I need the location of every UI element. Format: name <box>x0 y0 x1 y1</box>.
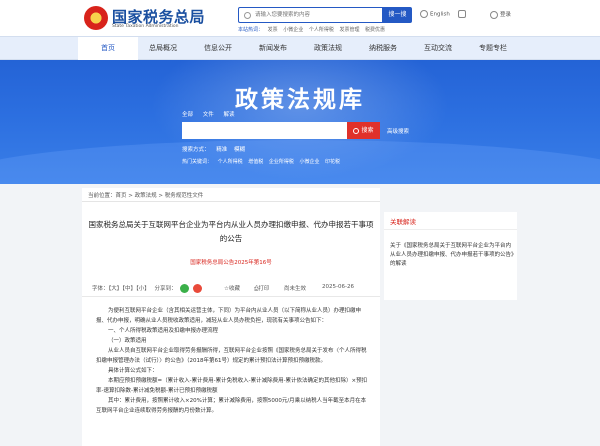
hot-keyword-link[interactable]: 印花税 <box>325 159 340 165</box>
hot-keyword-link[interactable]: 小微企业 <box>299 159 319 165</box>
body-subheading: （一）政策适用 <box>108 338 147 344</box>
top-search-button[interactable]: 搜一搜 <box>383 7 412 23</box>
document-body: 为便利互联网平台企业（含其相关运营主体，下同）为平台内从业人员（以下简称从业人员… <box>96 306 370 416</box>
policy-search-box <box>182 122 347 139</box>
font-share-bar: 字体：【大】【中】【小】 分享到： <box>92 284 203 293</box>
document-title-line: 国家税务总局关于互联网平台企业为平台内从业人员办理扣缴申报、代办申报若干事项 <box>88 220 374 229</box>
body-paragraph: 本期应预扣预缴税额=（累计收入-累计费用-累计免税收入-累计减除费用-累计依法确… <box>96 378 368 394</box>
document-panel: 当前位置：首页 > 政策法规 > 税务规范性文件 国家税务总局关于互联网平台企业… <box>82 188 380 446</box>
search-mode: 搜索方式： 精准 模糊 <box>182 145 250 153</box>
favorite-button[interactable]: ☆收藏 <box>224 284 240 292</box>
search-mode-fuzzy[interactable]: 模糊 <box>234 147 245 153</box>
nav-item-policy[interactable]: 政策法规 <box>298 37 358 61</box>
divider <box>384 229 517 230</box>
accessibility-icon <box>458 10 466 18</box>
share-label: 分享到： <box>154 286 177 292</box>
divider <box>82 201 380 202</box>
user-icon <box>490 10 498 19</box>
top-search-box <box>238 7 383 23</box>
search-scope-tabs: 全部 文件 解读 <box>182 110 243 118</box>
top-search-input[interactable] <box>239 8 382 22</box>
nav-item-interaction[interactable]: 互动交流 <box>408 37 468 61</box>
login-button[interactable]: 登录 <box>490 10 511 19</box>
hot-word-link[interactable]: 发票 <box>268 27 278 33</box>
font-size-selector[interactable]: 字体：【大】【中】【小】 <box>92 286 150 292</box>
site-hot-words: 本站热词： 发票 小微企业 个人所得税 发票管理 税费优惠 <box>238 26 389 33</box>
search-icon <box>244 12 251 19</box>
body-paragraph: 为便利互联网平台企业（含其相关运营主体，下同）为平台内从业人员（以下简称从业人员… <box>96 308 362 324</box>
print-button[interactable]: ⎙打印 <box>254 284 269 293</box>
document-number: 国家税务总局公告2025年第16号 <box>190 260 272 266</box>
scope-tab-all[interactable]: 全部 <box>182 112 193 118</box>
body-paragraph: 从业人员自互联网平台企业取得劳务报酬所得，互联网平台企业按照《国家税务总局关于发… <box>96 348 367 364</box>
policy-search-button[interactable]: 搜索 <box>347 122 380 139</box>
related-interpretation-panel: 关联解读 关于《国家税务总局关于互联网平台企业为平台内从业人员办理扣缴申报、代办… <box>384 212 517 300</box>
body-paragraph: 具体计算公式如下： <box>108 368 158 374</box>
banner-title: 政策法规库 <box>235 86 365 113</box>
policy-search-input[interactable] <box>182 122 347 139</box>
body-heading: 一、个人所得税政策适用及扣缴申报办理流程 <box>108 328 219 334</box>
nav-item-home[interactable]: 首页 <box>78 37 138 61</box>
document-title-line: 的公告 <box>219 234 243 243</box>
effective-status: 尚未生效 <box>284 286 307 292</box>
hot-keyword-link[interactable]: 个人所得税 <box>218 159 243 165</box>
hot-keywords-label: 热门关键词： <box>182 159 213 165</box>
nav-item-service[interactable]: 纳税服务 <box>353 37 413 61</box>
advanced-search-link[interactable]: 高级搜索 <box>387 127 409 135</box>
nav-item-overview[interactable]: 总局概况 <box>133 37 193 61</box>
hot-word-link[interactable]: 小微企业 <box>283 27 303 33</box>
top-header: 国家税务总局 State Taxation Administration 搜一搜… <box>0 0 600 36</box>
site-logo-subtitle: State Taxation Administration <box>112 24 179 29</box>
nav-item-topics[interactable]: 专题专栏 <box>463 37 523 61</box>
language-switch[interactable]: English <box>420 10 450 18</box>
related-interpretation-link[interactable]: 关于《国家税务总局关于互联网平台企业为平台内从业人员办理扣缴申报、代办申报若干事… <box>390 242 514 269</box>
hot-keyword-link[interactable]: 增值税 <box>248 159 263 165</box>
scope-tab-interpretation[interactable]: 解读 <box>224 112 235 118</box>
hot-keyword-link[interactable]: 企业所得税 <box>269 159 294 165</box>
scope-tab-files[interactable]: 文件 <box>203 112 214 118</box>
related-interpretation-title: 关联解读 <box>390 218 416 226</box>
nav-item-disclosure[interactable]: 信息公开 <box>188 37 248 61</box>
main-nav: 首页 总局概况 信息公开 新闻发布 政策法规 纳税服务 互动交流 专题专栏 <box>0 36 600 61</box>
accessibility-button[interactable] <box>458 10 468 18</box>
hot-word-link[interactable]: 税费优惠 <box>365 27 385 33</box>
hot-word-link[interactable]: 个人所得税 <box>309 27 334 33</box>
national-emblem-icon[interactable] <box>84 6 108 30</box>
hot-word-link[interactable]: 发票管理 <box>339 27 359 33</box>
search-icon <box>353 127 360 134</box>
nav-item-news[interactable]: 新闻发布 <box>243 37 303 61</box>
globe-icon <box>420 10 428 18</box>
wechat-share-icon[interactable] <box>180 284 190 293</box>
policy-banner: 政策法规库 全部 文件 解读 搜索 高级搜索 搜索方式： 精准 模糊 热门关键词… <box>0 60 600 184</box>
search-mode-label: 搜索方式： <box>182 147 210 153</box>
breadcrumb[interactable]: 当前位置：首页 > 政策法规 > 税务规范性文件 <box>88 191 203 199</box>
search-mode-precise[interactable]: 精准 <box>216 147 227 153</box>
body-paragraph: 其中：累计费用，按照累计收入×20%计算；累计减除费用，按照5000元/月乘以纳… <box>96 398 367 414</box>
policy-hot-keywords: 热门关键词： 个人所得税 增值税 企业所得税 小微企业 印花税 <box>182 158 344 165</box>
publish-date: 2025-06-26 <box>322 284 354 290</box>
divider <box>82 296 380 297</box>
document-title: 国家税务总局关于互联网平台企业为平台内从业人员办理扣缴申报、代办申报若干事项 的… <box>88 218 374 246</box>
hot-words-label: 本站热词： <box>238 27 264 33</box>
weibo-share-icon[interactable] <box>193 284 203 293</box>
